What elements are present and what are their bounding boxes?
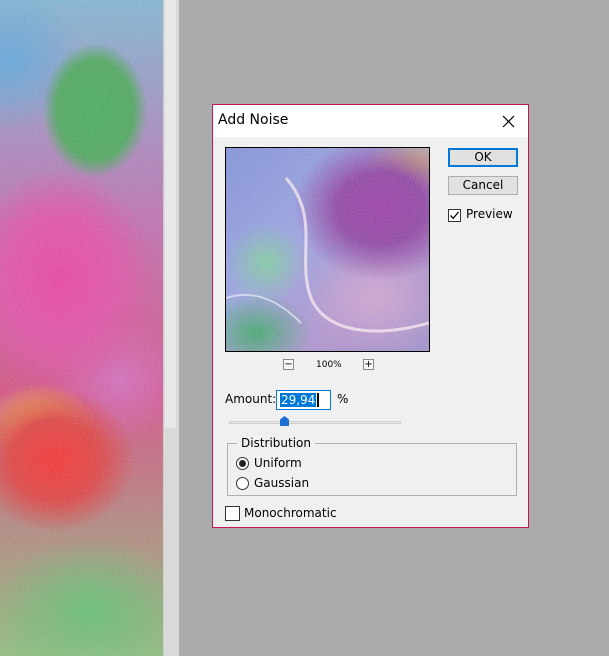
checkmark-icon bbox=[450, 211, 459, 220]
uniform-label: Uniform bbox=[254, 456, 302, 470]
preview-noise-texture bbox=[226, 148, 429, 351]
filter-preview-image[interactable] bbox=[225, 147, 430, 352]
close-icon bbox=[502, 115, 514, 127]
dialog-title: Add Noise bbox=[218, 112, 289, 128]
zoom-out-button[interactable]: − bbox=[283, 359, 294, 370]
zoom-in-button[interactable]: + bbox=[363, 359, 374, 370]
distribution-legend: Distribution bbox=[237, 436, 316, 450]
canvas-noise-texture bbox=[0, 0, 163, 656]
radio-selected-dot bbox=[239, 460, 246, 467]
monochromatic-label: Monochromatic bbox=[244, 506, 337, 520]
amount-value-selected: 29,94 bbox=[280, 393, 317, 407]
amount-slider-thumb[interactable] bbox=[280, 416, 289, 426]
cancel-button[interactable]: Cancel bbox=[448, 176, 518, 195]
amount-slider-track[interactable] bbox=[229, 421, 401, 424]
preview-checkbox[interactable] bbox=[448, 209, 461, 222]
gaussian-radio[interactable] bbox=[236, 477, 249, 490]
close-button[interactable] bbox=[488, 105, 528, 137]
monochromatic-checkbox[interactable] bbox=[225, 506, 240, 521]
zoom-level: 100% bbox=[316, 360, 342, 370]
amount-label: Amount: bbox=[225, 392, 277, 406]
dialog-titlebar[interactable]: Add Noise bbox=[213, 105, 528, 137]
gaussian-label: Gaussian bbox=[254, 476, 310, 490]
ok-button[interactable]: OK bbox=[448, 148, 518, 167]
amount-unit: % bbox=[337, 392, 349, 406]
text-caret bbox=[317, 393, 319, 407]
amount-input[interactable]: 29,94 bbox=[276, 390, 331, 410]
add-noise-dialog: Add Noise − 100% + OK Cancel Preview Amo… bbox=[212, 104, 529, 528]
vertical-scrollbar-thumb[interactable] bbox=[165, 0, 176, 428]
preview-label: Preview bbox=[466, 207, 513, 221]
uniform-radio[interactable] bbox=[236, 457, 249, 470]
document-canvas[interactable] bbox=[0, 0, 163, 656]
